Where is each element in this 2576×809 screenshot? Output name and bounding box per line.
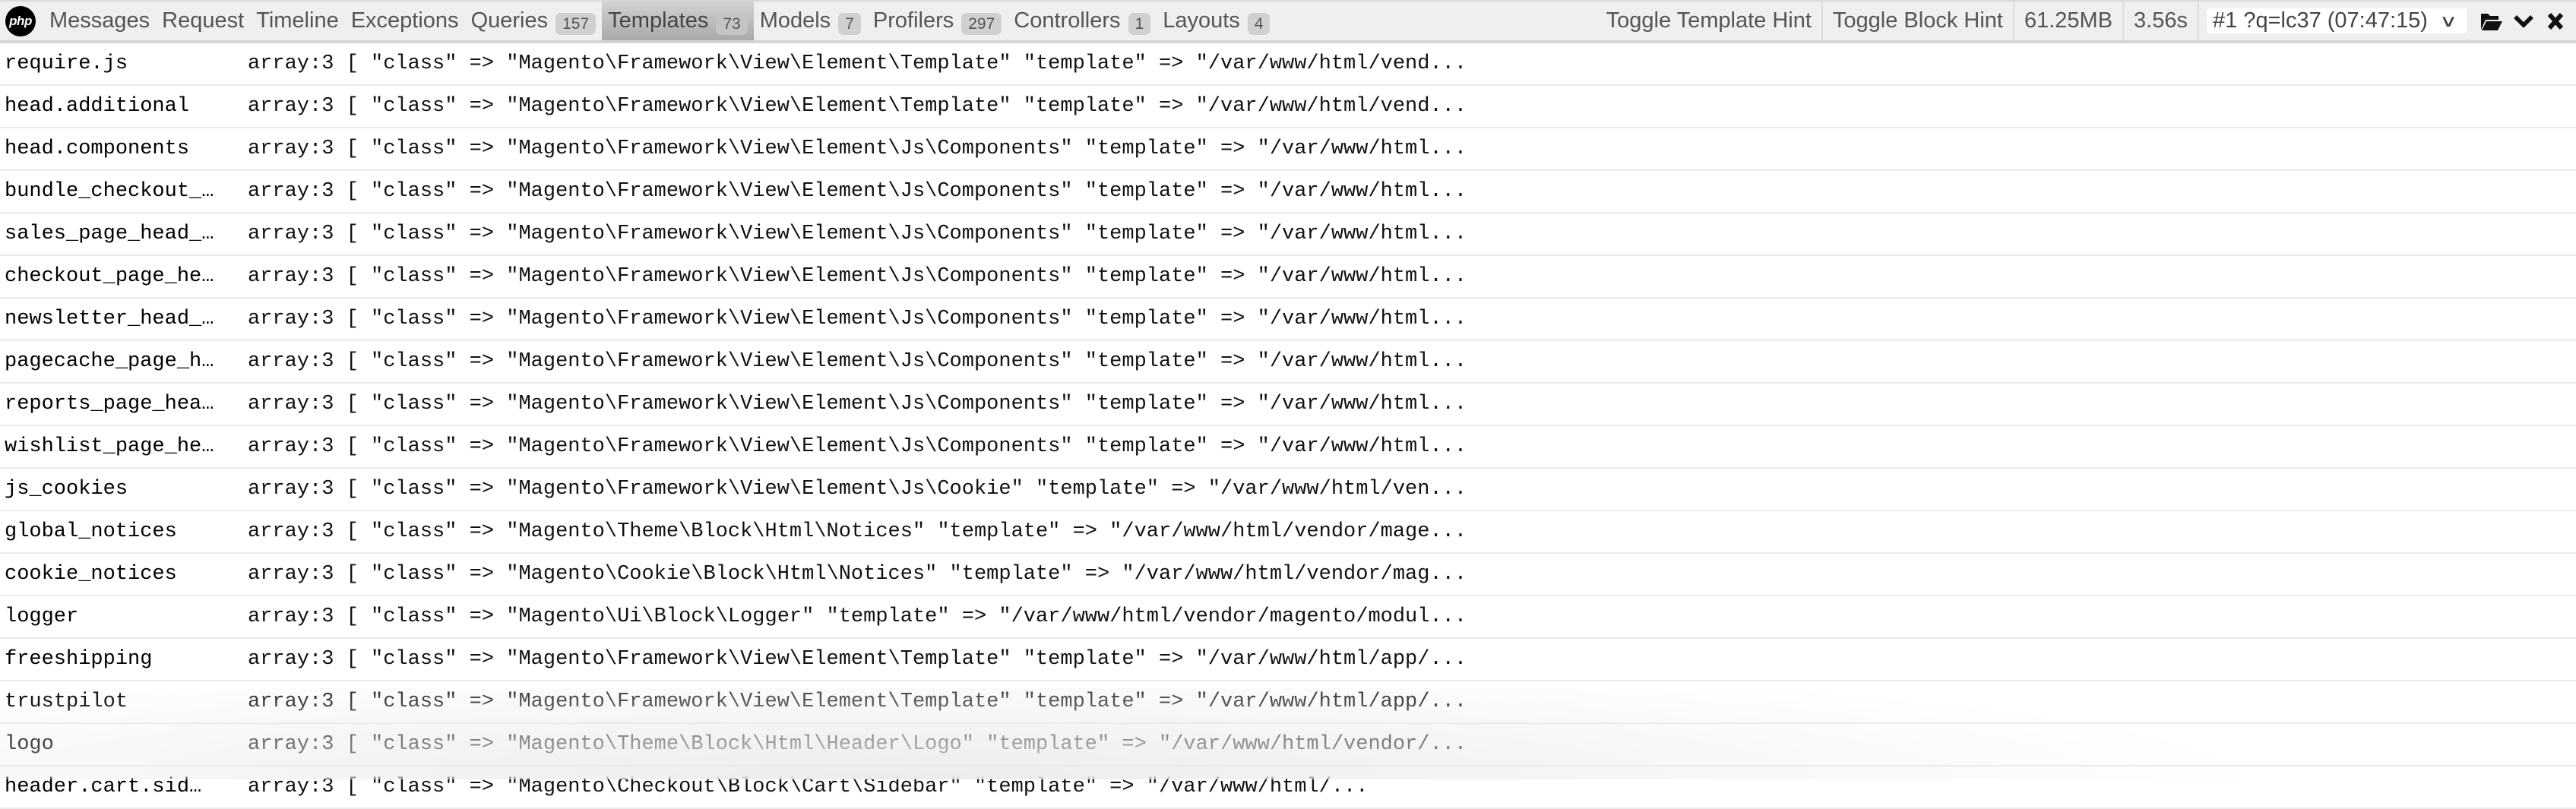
tab-label: Exceptions	[351, 8, 459, 33]
template-row[interactable]: loggerarray:3 [ "class" => "Magento\Ui\B…	[0, 596, 2576, 639]
template-name: newsletter_head_…	[0, 308, 248, 330]
template-row[interactable]: head.componentsarray:3 [ "class" => "Mag…	[0, 128, 2576, 171]
chevron-down-icon	[2514, 14, 2533, 28]
template-row[interactable]: newsletter_head_…array:3 [ "class" => "M…	[0, 299, 2576, 341]
open-button[interactable]	[2476, 2, 2508, 40]
request-select[interactable]: #1 ?q=lc37 (07:47:15) ∨	[2207, 8, 2467, 33]
count-badge: 7	[838, 13, 861, 35]
close-button[interactable]	[2540, 2, 2571, 40]
tab-label: Profilers	[873, 8, 954, 33]
template-value[interactable]: array:3 [ "class" => "Magento\Cookie\Blo…	[248, 563, 1467, 586]
template-name: trustpilot	[0, 690, 248, 713]
count-badge: 1	[1128, 13, 1151, 35]
template-name: logo	[0, 733, 248, 756]
template-name: require.js	[0, 52, 248, 75]
template-row[interactable]: header.cart.sid…array:3 [ "class" => "Ma…	[0, 766, 2576, 809]
template-row[interactable]: reports_page_hea…array:3 [ "class" => "M…	[0, 384, 2576, 426]
template-value[interactable]: array:3 [ "class" => "Magento\Theme\Bloc…	[248, 733, 1467, 756]
php-logo-icon[interactable]: php	[5, 6, 36, 36]
template-row[interactable]: freeshippingarray:3 [ "class" => "Magent…	[0, 639, 2576, 681]
template-value[interactable]: array:3 [ "class" => "Magento\Framework\…	[248, 52, 1467, 75]
count-badge: 4	[1248, 13, 1271, 35]
template-value[interactable]: array:3 [ "class" => "Magento\Ui\Block\L…	[248, 605, 1467, 628]
memory-usage: 61.25MB	[2013, 2, 2122, 40]
template-row[interactable]: head.additionalarray:3 [ "class" => "Mag…	[0, 86, 2576, 128]
tab-models[interactable]: Models 7	[754, 2, 867, 40]
tab-profilers[interactable]: Profilers 297	[867, 2, 1008, 40]
count-badge: 297	[961, 13, 1002, 35]
tab-label: Controllers	[1014, 8, 1120, 33]
template-value[interactable]: array:3 [ "class" => "Magento\Framework\…	[248, 478, 1467, 501]
template-name: cookie_notices	[0, 563, 248, 586]
template-row[interactable]: bundle_checkout_…array:3 [ "class" => "M…	[0, 171, 2576, 213]
tab-exceptions[interactable]: Exceptions	[345, 2, 465, 40]
close-icon	[2547, 12, 2564, 30]
tab-request[interactable]: Request	[156, 2, 250, 40]
count-badge: 73	[716, 13, 747, 35]
template-value[interactable]: array:3 [ "class" => "Magento\Framework\…	[248, 435, 1467, 458]
toolbar-right: Toggle Template Hint Toggle Block Hint 6…	[1597, 2, 2576, 40]
template-value[interactable]: array:3 [ "class" => "Magento\Framework\…	[248, 95, 1467, 118]
template-value[interactable]: array:3 [ "class" => "Magento\Framework\…	[248, 648, 1467, 671]
toggle-template-hint-button[interactable]: Toggle Template Hint	[1597, 2, 1821, 40]
tab-label: Timeline	[256, 8, 339, 33]
tab-label: Request	[162, 8, 244, 33]
tab-messages[interactable]: Messages	[43, 2, 156, 40]
template-value[interactable]: array:3 [ "class" => "Magento\Framework\…	[248, 690, 1467, 713]
template-value[interactable]: array:3 [ "class" => "Magento\Framework\…	[248, 308, 1467, 330]
tab-label: Queries	[471, 8, 549, 33]
chevron-down-icon: ∨	[2439, 11, 2457, 31]
tab-controllers[interactable]: Controllers 1	[1008, 2, 1157, 40]
templates-list: require.jsarray:3 [ "class" => "Magento\…	[0, 43, 2576, 809]
template-name: reports_page_hea…	[0, 393, 248, 416]
template-row[interactable]: pagecache_page_h…array:3 [ "class" => "M…	[0, 341, 2576, 384]
template-value[interactable]: array:3 [ "class" => "Magento\Framework\…	[248, 350, 1467, 373]
debugbar-toolbar: php Messages Request Timeline Exceptions…	[0, 0, 2576, 43]
template-row[interactable]: wishlist_page_he…array:3 [ "class" => "M…	[0, 426, 2576, 469]
template-row[interactable]: checkout_page_he…array:3 [ "class" => "M…	[0, 256, 2576, 299]
template-name: logger	[0, 605, 248, 628]
tab-label: Models	[760, 8, 831, 33]
tab-label: Templates	[608, 8, 708, 33]
template-name: freeshipping	[0, 648, 248, 671]
template-name: pagecache_page_h…	[0, 350, 248, 373]
template-name: sales_page_head_…	[0, 223, 248, 245]
request-duration: 3.56s	[2122, 2, 2198, 40]
minimize-button[interactable]	[2508, 2, 2540, 40]
template-name: checkout_page_he…	[0, 265, 248, 288]
template-value[interactable]: array:3 [ "class" => "Magento\Framework\…	[248, 137, 1467, 160]
template-name: wishlist_page_he…	[0, 435, 248, 458]
tab-timeline[interactable]: Timeline	[250, 2, 345, 40]
template-name: bundle_checkout_…	[0, 180, 248, 203]
request-select-wrapper: #1 ?q=lc37 (07:47:15) ∨	[2198, 2, 2476, 40]
folder-open-icon	[2480, 11, 2503, 31]
tab-label: Layouts	[1163, 8, 1240, 33]
toggle-block-hint-button[interactable]: Toggle Block Hint	[1821, 2, 2013, 40]
template-row[interactable]: logoarray:3 [ "class" => "Magento\Theme\…	[0, 724, 2576, 766]
tab-templates[interactable]: Templates 73	[602, 2, 754, 40]
template-value[interactable]: array:3 [ "class" => "Magento\Framework\…	[248, 265, 1467, 288]
template-row[interactable]: js_cookiesarray:3 [ "class" => "Magento\…	[0, 469, 2576, 511]
template-value[interactable]: array:3 [ "class" => "Magento\Theme\Bloc…	[248, 520, 1467, 543]
template-row[interactable]: require.jsarray:3 [ "class" => "Magento\…	[0, 43, 2576, 86]
template-value[interactable]: array:3 [ "class" => "Magento\Framework\…	[248, 223, 1467, 245]
template-row[interactable]: trustpilotarray:3 [ "class" => "Magento\…	[0, 681, 2576, 724]
template-value[interactable]: array:3 [ "class" => "Magento\Framework\…	[248, 393, 1467, 416]
tab-queries[interactable]: Queries 157	[465, 2, 603, 40]
request-select-value: #1 ?q=lc37 (07:47:15)	[2213, 8, 2442, 33]
template-name: head.components	[0, 137, 248, 160]
debugbar-tabs: Messages Request Timeline Exceptions Que…	[43, 2, 1276, 40]
template-name: js_cookies	[0, 478, 248, 501]
template-row[interactable]: cookie_noticesarray:3 [ "class" => "Mage…	[0, 554, 2576, 596]
template-value[interactable]: array:3 [ "class" => "Magento\Framework\…	[248, 180, 1467, 203]
template-name: global_notices	[0, 520, 248, 543]
tab-layouts[interactable]: Layouts 4	[1157, 2, 1276, 40]
template-row[interactable]: sales_page_head_…array:3 [ "class" => "M…	[0, 213, 2576, 256]
tab-label: Messages	[49, 8, 150, 33]
template-row[interactable]: global_noticesarray:3 [ "class" => "Mage…	[0, 511, 2576, 554]
template-name: head.additional	[0, 95, 248, 118]
count-badge: 157	[555, 13, 596, 35]
